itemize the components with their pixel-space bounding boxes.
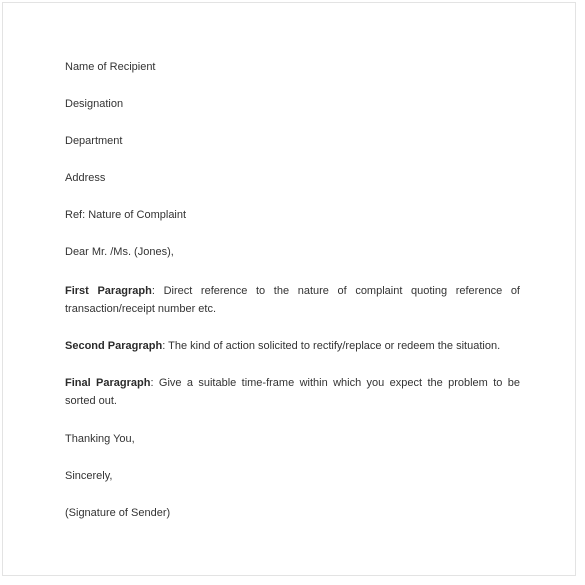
first-paragraph: First Paragraph: Direct reference to the… xyxy=(65,282,520,318)
letter-content: Name of Recipient Designation Department… xyxy=(65,60,520,521)
salutation-line: Dear Mr. /Ms. (Jones), xyxy=(65,246,174,258)
final-paragraph-label: Final Paragraph xyxy=(65,377,151,389)
second-paragraph-text: The kind of action solicited to rectify/… xyxy=(168,340,501,352)
designation-line: Designation xyxy=(65,98,124,110)
second-paragraph: Second Paragraph: The kind of action sol… xyxy=(65,337,520,355)
first-paragraph-label: First Paragraph xyxy=(65,285,152,297)
address-line: Address xyxy=(65,172,106,184)
final-paragraph-separator: : xyxy=(150,377,159,389)
reference-line: Ref: Nature of Complaint xyxy=(65,209,187,221)
first-paragraph-separator: : xyxy=(151,285,164,297)
letter-page: Name of Recipient Designation Department… xyxy=(0,0,585,585)
department-line: Department xyxy=(65,135,123,147)
thanking-line: Thanking You, xyxy=(65,433,135,445)
sign-off-line: Sincerely, xyxy=(65,470,113,482)
signature-line: (Signature of Sender) xyxy=(65,507,171,519)
recipient-name-line: Name of Recipient xyxy=(65,61,156,73)
final-paragraph: Final Paragraph: Give a suitable time-fr… xyxy=(65,374,520,410)
second-paragraph-label: Second Paragraph xyxy=(65,340,163,352)
